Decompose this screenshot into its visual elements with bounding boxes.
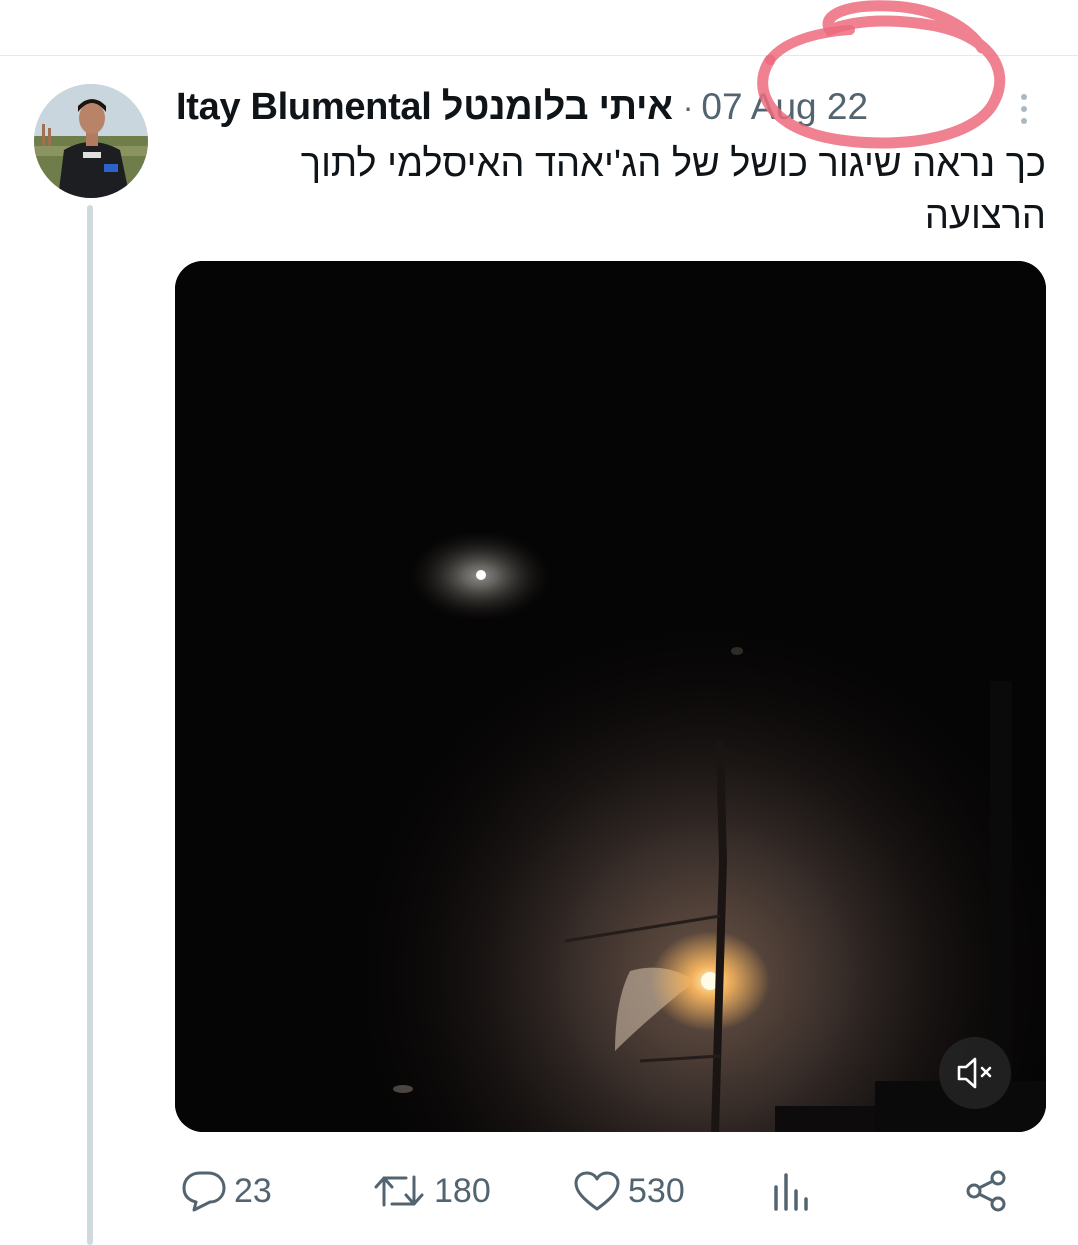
previous-tweet-fragment xyxy=(0,0,340,4)
heart-icon xyxy=(574,1171,620,1211)
bar-chart-icon xyxy=(774,1173,808,1211)
volume-muted-icon xyxy=(957,1057,992,1089)
like-count: 530 xyxy=(628,1171,685,1210)
retweet-arrows-icon xyxy=(374,1175,424,1207)
like-button[interactable]: 530 xyxy=(572,1160,685,1222)
tweet-header: Itay Blumental איתי בלומנטל · 07 Aug 22 xyxy=(176,78,976,136)
thread-line xyxy=(87,205,93,1245)
views-button[interactable] xyxy=(770,1160,814,1222)
share-button[interactable] xyxy=(964,1160,1010,1222)
tweet-timestamp[interactable]: 07 Aug 22 xyxy=(701,86,868,128)
retweet-count: 180 xyxy=(434,1171,491,1210)
reply-button[interactable]: 23 xyxy=(180,1160,272,1222)
tweet-divider xyxy=(0,55,1078,56)
author-display-name[interactable]: Itay Blumental איתי בלומנטל xyxy=(176,86,673,129)
reply-count: 23 xyxy=(234,1171,272,1210)
retweet-button[interactable]: 180 xyxy=(372,1160,491,1222)
comment-bubble-icon xyxy=(182,1171,226,1212)
video-frame xyxy=(175,261,1046,1132)
mute-toggle-button[interactable] xyxy=(939,1037,1011,1109)
tweet-video[interactable] xyxy=(175,261,1046,1132)
tweet-text: כך נראה שיגור כושל של הג'יאהד האיסלמי לת… xyxy=(300,143,1046,237)
tweet-actions-bar: 23 180 530 xyxy=(176,1160,1026,1222)
header-separator: · xyxy=(682,88,694,125)
avatar[interactable] xyxy=(34,84,148,198)
more-options-button[interactable] xyxy=(1006,86,1042,130)
share-icon xyxy=(966,1170,1006,1212)
